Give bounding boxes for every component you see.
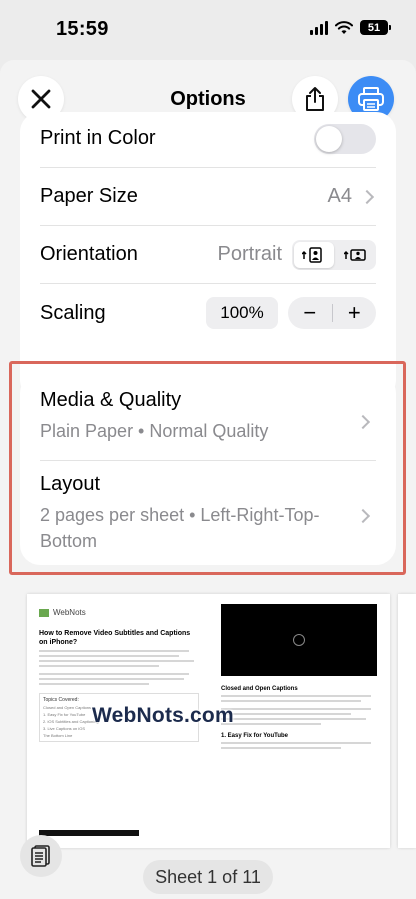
landscape-option[interactable] xyxy=(336,240,376,270)
webnots-logo-icon xyxy=(39,608,49,617)
print-preview-area: WebNots How to Remove Video Subtitles an… xyxy=(0,588,416,899)
document-icon xyxy=(31,845,50,867)
orientation-label: Orientation xyxy=(40,243,138,265)
portrait-option[interactable] xyxy=(294,241,334,268)
wifi-icon xyxy=(335,20,353,34)
paper-size-label: Paper Size xyxy=(40,185,138,207)
document-button[interactable] xyxy=(20,835,62,877)
preview-article-title: How to Remove Video Subtitles and Captio… xyxy=(39,630,191,646)
print-settings-card: Print in Color Paper Size A4 Orientation… xyxy=(20,112,396,400)
watermark-text: WebNots.com xyxy=(92,704,234,727)
layout-row[interactable]: Layout 2 pages per sheet • Left-Right-To… xyxy=(40,473,376,557)
scaling-stepper: − + xyxy=(288,297,376,329)
sheet-counter-label: Sheet 1 of 11 xyxy=(143,860,273,894)
battery-icon: 51 xyxy=(360,20,391,35)
preview-logo: WebNots xyxy=(39,608,199,617)
status-bar: 15:59 51 xyxy=(0,0,416,60)
status-time: 15:59 xyxy=(56,18,109,40)
scaling-row: Scaling 100% − + xyxy=(40,284,376,342)
preview-black-bar xyxy=(39,830,139,836)
loading-spinner-icon xyxy=(293,634,305,646)
chevron-right-icon xyxy=(359,189,375,204)
scaling-decrease-button[interactable]: − xyxy=(288,297,332,329)
preview-toc-title: Topics Covered: xyxy=(43,697,79,703)
media-quality-title: Media & Quality xyxy=(40,389,182,411)
print-options-sheet: Options Print in Color Paper Size A4 Ori… xyxy=(0,60,416,899)
next-sheet-thumbnail[interactable] xyxy=(398,594,416,848)
preview-video-placeholder xyxy=(221,604,377,676)
scaling-label: Scaling xyxy=(40,301,106,324)
preview-right-heading: Closed and Open Captions xyxy=(221,686,298,692)
preview-right-subheading: 1. Easy Fix for YouTube xyxy=(221,733,289,739)
chevron-right-icon xyxy=(355,508,371,524)
orientation-row: Orientation Portrait xyxy=(40,226,376,284)
orientation-value: Portrait xyxy=(217,243,282,265)
print-in-color-toggle[interactable] xyxy=(314,123,376,154)
paper-size-value: A4 xyxy=(327,185,352,207)
scaling-value-field[interactable]: 100% xyxy=(206,297,278,329)
portrait-person-icon xyxy=(302,246,322,263)
scaling-increase-button[interactable]: + xyxy=(333,297,377,329)
media-quality-subtitle: Plain Paper • Normal Quality xyxy=(40,421,269,441)
printer-icon xyxy=(358,87,384,111)
media-quality-row[interactable]: Media & Quality Plain Paper • Normal Qua… xyxy=(40,389,376,461)
print-in-color-row: Print in Color xyxy=(40,112,376,168)
status-icons: 51 xyxy=(310,20,391,35)
layout-title: Layout xyxy=(40,473,101,495)
toggle-knob xyxy=(316,125,342,152)
layout-subtitle: 2 pages per sheet • Left-Right-Top-Botto… xyxy=(40,505,320,551)
print-in-color-label: Print in Color xyxy=(40,127,156,149)
landscape-person-icon xyxy=(344,248,366,261)
advanced-options-card: Media & Quality Plain Paper • Normal Qua… xyxy=(20,373,396,565)
orientation-segmented-control xyxy=(292,239,376,270)
share-icon xyxy=(306,87,324,111)
paper-size-row[interactable]: Paper Size A4 xyxy=(40,168,376,226)
preview-page-right: Closed and Open Captions 1. Easy Fix for… xyxy=(221,604,377,832)
preview-toc-item: The Bottom Line xyxy=(43,733,73,738)
signal-icon xyxy=(310,20,328,35)
preview-logo-text: WebNots xyxy=(53,608,86,617)
